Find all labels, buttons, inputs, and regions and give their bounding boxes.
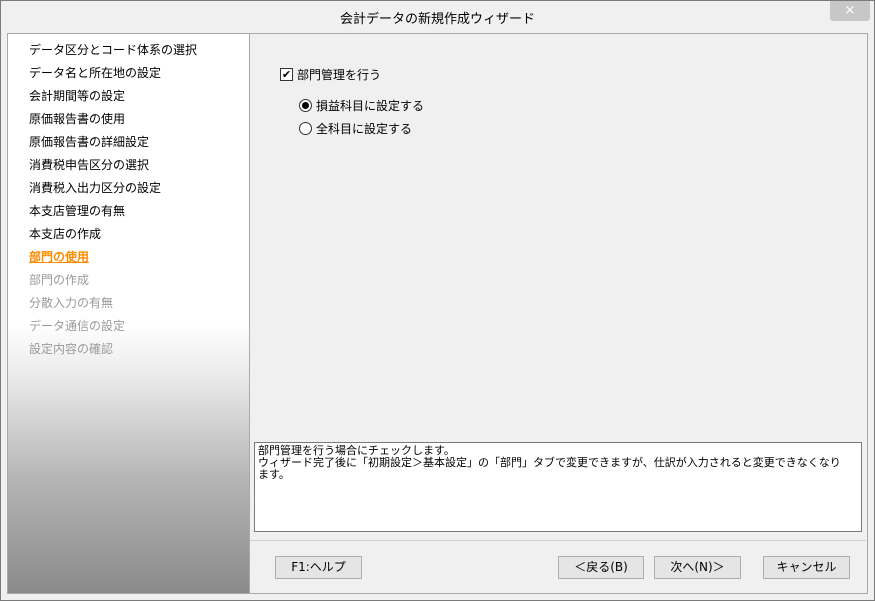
radio-dot-icon (302, 102, 309, 109)
close-icon: × (844, 3, 856, 18)
radio-all-accounts[interactable]: 全科目に設定する (299, 120, 412, 137)
step-item-pending: 分散入力の有無 (29, 296, 114, 310)
radio-button[interactable] (299, 122, 312, 135)
description-box: 部門管理を行う場合にチェックします。 ウィザード完了後に「初期設定＞基本設定」の… (254, 442, 862, 532)
checkmark-icon: ✔ (281, 68, 292, 81)
department-management-label: 部門管理を行う (297, 68, 382, 82)
footer-divider (250, 540, 866, 541)
close-button[interactable]: × (830, 1, 870, 21)
step-item: 原価報告書の使用 (29, 112, 126, 126)
window-title: 会計データの新規作成ウィザード (339, 12, 535, 27)
step-item: 本支店管理の有無 (29, 204, 126, 218)
wizard-content: ✔ 部門管理を行う 損益科目に設定する 全科目に設定する 部門管理を行う場合にチ… (250, 33, 868, 594)
step-item-current: 部門の使用 (29, 250, 90, 264)
back-button[interactable]: ＜戻る(B) (558, 556, 644, 579)
step-item-pending: 部門の作成 (29, 273, 90, 287)
radio-pl-accounts[interactable]: 損益科目に設定する (299, 97, 424, 114)
radio-pl-accounts-label: 損益科目に設定する (316, 99, 425, 113)
step-item-pending: 設定内容の確認 (29, 342, 114, 356)
step-item: 本支店の作成 (29, 227, 102, 241)
step-item-pending: データ通信の設定 (29, 319, 126, 333)
department-management-option[interactable]: ✔ 部門管理を行う (280, 66, 381, 83)
help-button[interactable]: F1:ヘルプ (275, 556, 362, 579)
step-item: 消費税入出力区分の設定 (29, 181, 162, 195)
step-item: 会計期間等の設定 (29, 89, 126, 103)
step-item: データ名と所在地の設定 (29, 66, 162, 80)
next-button[interactable]: 次へ(N)＞ (654, 556, 741, 579)
wizard-steps-sidebar: データ区分とコード体系の選択 データ名と所在地の設定 会計期間等の設定 原価報告… (7, 33, 250, 594)
description-line: ウィザード完了後に「初期設定＞基本設定」の「部門」タブで変更できますが、仕訳が入… (258, 456, 841, 469)
radio-button-selected[interactable] (299, 99, 312, 112)
radio-all-accounts-label: 全科目に設定する (316, 122, 413, 136)
step-item: 原価報告書の詳細設定 (29, 135, 150, 149)
department-management-checkbox[interactable]: ✔ (280, 68, 293, 81)
title-bar: 会計データの新規作成ウィザード × (1, 1, 874, 33)
cancel-button[interactable]: キャンセル (763, 556, 850, 579)
step-item: 消費税申告区分の選択 (29, 158, 150, 172)
steps-list: データ区分とコード体系の選択 データ名と所在地の設定 会計期間等の設定 原価報告… (29, 39, 197, 361)
wizard-window: 会計データの新規作成ウィザード × データ区分とコード体系の選択 データ名と所在… (0, 0, 875, 601)
step-item: データ区分とコード体系の選択 (29, 43, 198, 57)
description-line: ます。 (258, 468, 290, 481)
